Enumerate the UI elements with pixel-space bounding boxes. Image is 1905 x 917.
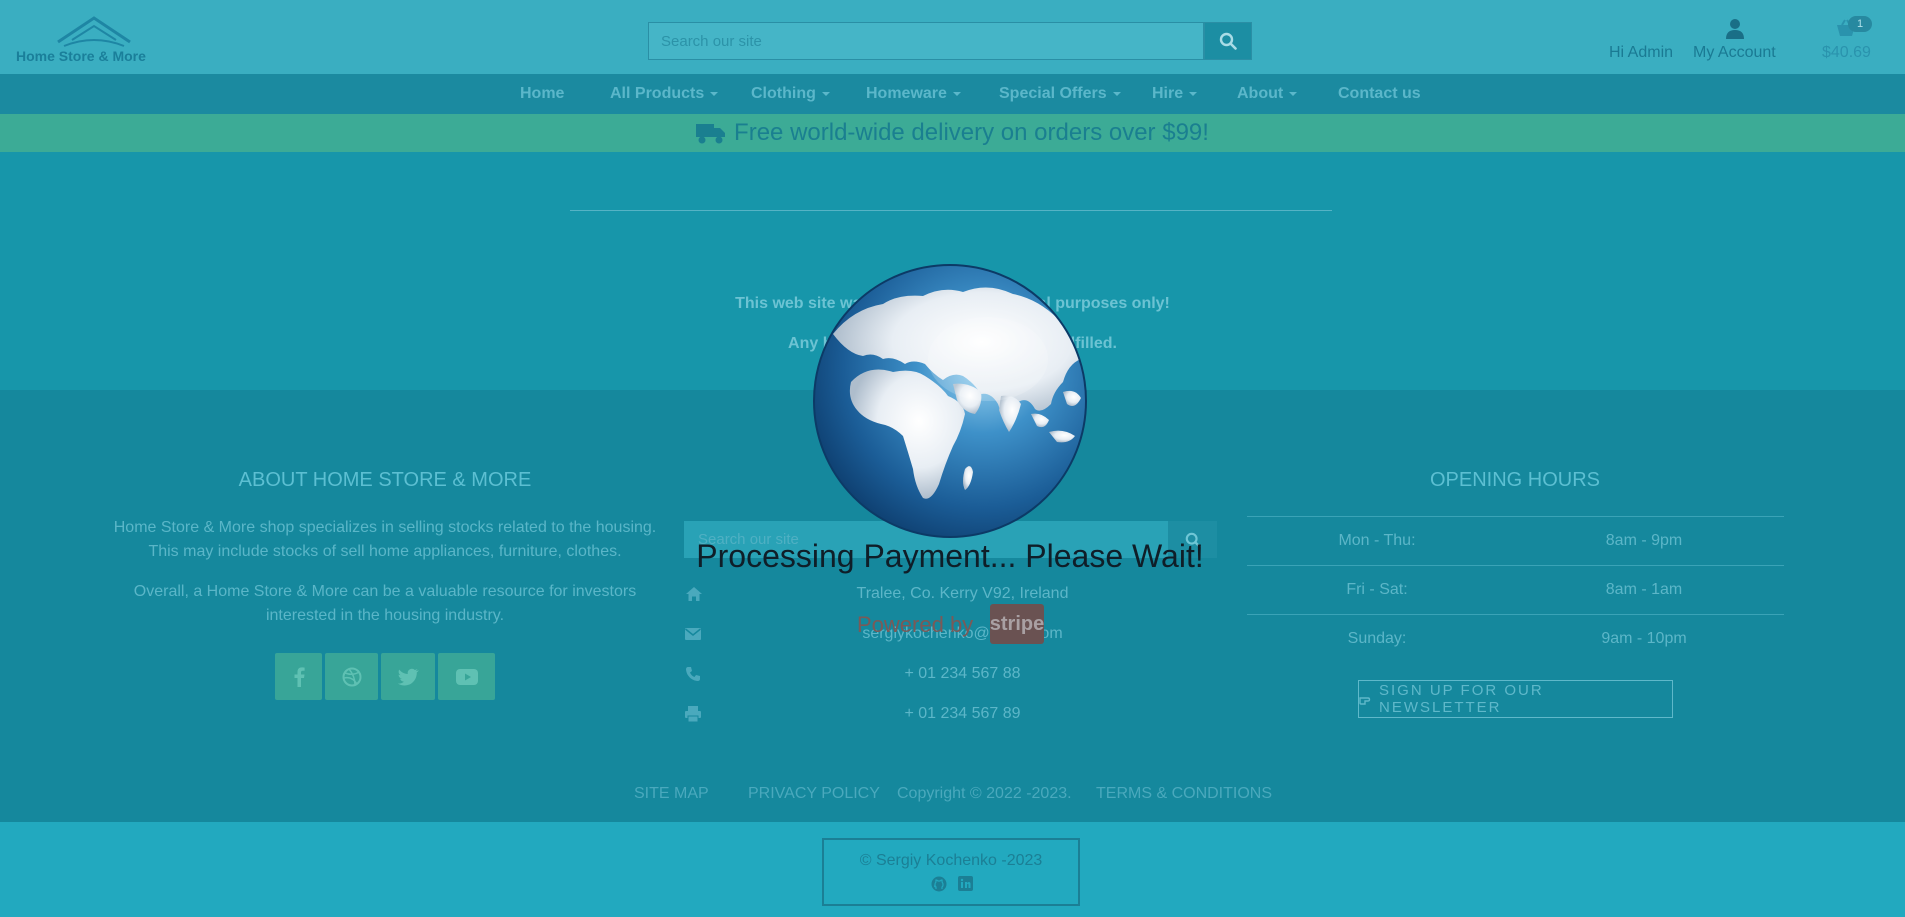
hours-divider — [1247, 516, 1784, 517]
nav-homeware-label: Homeware — [866, 85, 947, 102]
credit-box: © Sergiy Kochenko -2023 — [822, 838, 1080, 906]
hours-day: Sunday: — [1347, 630, 1407, 647]
hand-pointer-icon — [1359, 697, 1371, 705]
nav-all-products-label: All Products — [610, 85, 705, 102]
about-paragraph-1: Home Store & More shop specializes in se… — [113, 519, 657, 560]
newsletter-label: SIGN UP FOR OUR NEWSLETTER — [1378, 682, 1544, 716]
hours-time: 9am - 10pm — [1601, 630, 1687, 647]
print-icon — [685, 706, 701, 722]
nav-all-products[interactable]: All Products — [610, 85, 719, 103]
truck-icon — [696, 124, 726, 144]
contact-fax: + 01 234 567 89 — [904, 705, 1021, 722]
facebook-icon — [294, 666, 305, 687]
nav-special-offers[interactable]: Special Offers — [999, 85, 1121, 103]
hours-time: 8am - 1am — [1605, 581, 1683, 598]
nav-about-label: About — [1237, 85, 1284, 102]
greeting-text: Hi Admin — [1609, 44, 1674, 61]
caret-down-icon — [1189, 91, 1198, 96]
opening-hours-title: OPENING HOURS — [1429, 469, 1601, 491]
search-button[interactable] — [1204, 22, 1252, 60]
site-header: Home Store & More Hi Admin My Account 1 … — [0, 0, 1905, 74]
nav-hire[interactable]: Hire — [1152, 85, 1198, 103]
youtube-link[interactable] — [438, 653, 495, 700]
hours-day: Fri - Sat: — [1346, 581, 1408, 598]
globe-icon — [813, 264, 1087, 538]
nav-special-offers-label: Special Offers — [999, 85, 1107, 102]
newsletter-button[interactable]: SIGN UP FOR OUR NEWSLETTER — [1358, 680, 1673, 718]
nav-hire-label: Hire — [1152, 85, 1184, 102]
contact-address: Tralee, Co. Kerry V92, Ireland — [856, 585, 1069, 602]
caret-down-icon — [821, 91, 830, 96]
cart-count-badge: 1 — [1848, 16, 1872, 32]
my-account-link[interactable]: My Account — [1693, 44, 1776, 62]
nav-contact-us-label: Contact us — [1338, 85, 1421, 102]
caret-down-icon — [952, 91, 961, 96]
nav-homeware[interactable]: Homeware — [866, 85, 961, 103]
nav-contact-us[interactable]: Contact us — [1338, 85, 1421, 103]
dribbble-link[interactable] — [325, 653, 378, 700]
dribbble-icon — [342, 667, 361, 686]
contact-phone: + 01 234 567 88 — [904, 665, 1021, 682]
nav-clothing-label: Clothing — [751, 85, 816, 102]
hours-divider — [1247, 565, 1784, 566]
sitemap-link[interactable]: SITE MAP — [634, 785, 709, 803]
caret-down-icon — [1112, 91, 1121, 96]
house-roof-icon — [57, 16, 131, 47]
twitter-link[interactable] — [381, 653, 435, 700]
nav-home-label: Home — [520, 85, 565, 102]
stripe-logo: stripe — [990, 604, 1044, 644]
caret-down-icon — [1289, 91, 1298, 96]
hours-time: 8am - 9pm — [1605, 532, 1683, 549]
caret-down-icon — [710, 91, 719, 96]
youtube-icon — [455, 668, 478, 685]
header-search — [648, 22, 1252, 60]
linkedin-icon[interactable] — [958, 876, 973, 891]
site-logo[interactable]: Home Store & More — [16, 16, 176, 66]
search-input[interactable] — [648, 22, 1204, 60]
github-icon[interactable] — [931, 876, 947, 892]
cart-total[interactable]: $40.69 — [1822, 44, 1871, 62]
user-icon[interactable] — [1725, 18, 1745, 40]
logo-text: Home Store & More — [16, 48, 146, 64]
envelope-icon — [685, 628, 701, 640]
nav-home[interactable]: Home — [520, 85, 564, 103]
credit-text: © Sergiy Kochenko -2023 — [859, 852, 1043, 869]
home-icon — [686, 587, 702, 601]
search-icon — [1219, 32, 1237, 50]
hours-divider — [1247, 614, 1784, 615]
nav-clothing[interactable]: Clothing — [751, 85, 830, 103]
twitter-icon — [397, 668, 419, 685]
nav-about[interactable]: About — [1237, 85, 1298, 103]
powered-by-text: Powered by — [857, 612, 974, 637]
terms-link[interactable]: TERMS & CONDITIONS — [1096, 785, 1272, 803]
phone-icon — [686, 667, 700, 681]
facebook-link[interactable] — [275, 653, 322, 700]
copyright-text: Copyright © 2022 -2023. — [897, 785, 1072, 802]
privacy-policy-link[interactable]: PRIVACY POLICY — [748, 785, 880, 803]
about-paragraph-2: Overall, a Home Store & More can be a va… — [133, 583, 637, 624]
divider — [570, 210, 1332, 211]
delivery-text: Free world-wide delivery on orders over … — [734, 119, 1209, 146]
delivery-banner: Free world-wide delivery on orders over … — [0, 114, 1905, 152]
main-nav: Home All Products Clothing Homeware Spec… — [0, 74, 1905, 114]
about-title: ABOUT HOME STORE & MORE — [238, 469, 532, 491]
processing-message: Processing Payment... Please Wait! — [696, 538, 1204, 574]
